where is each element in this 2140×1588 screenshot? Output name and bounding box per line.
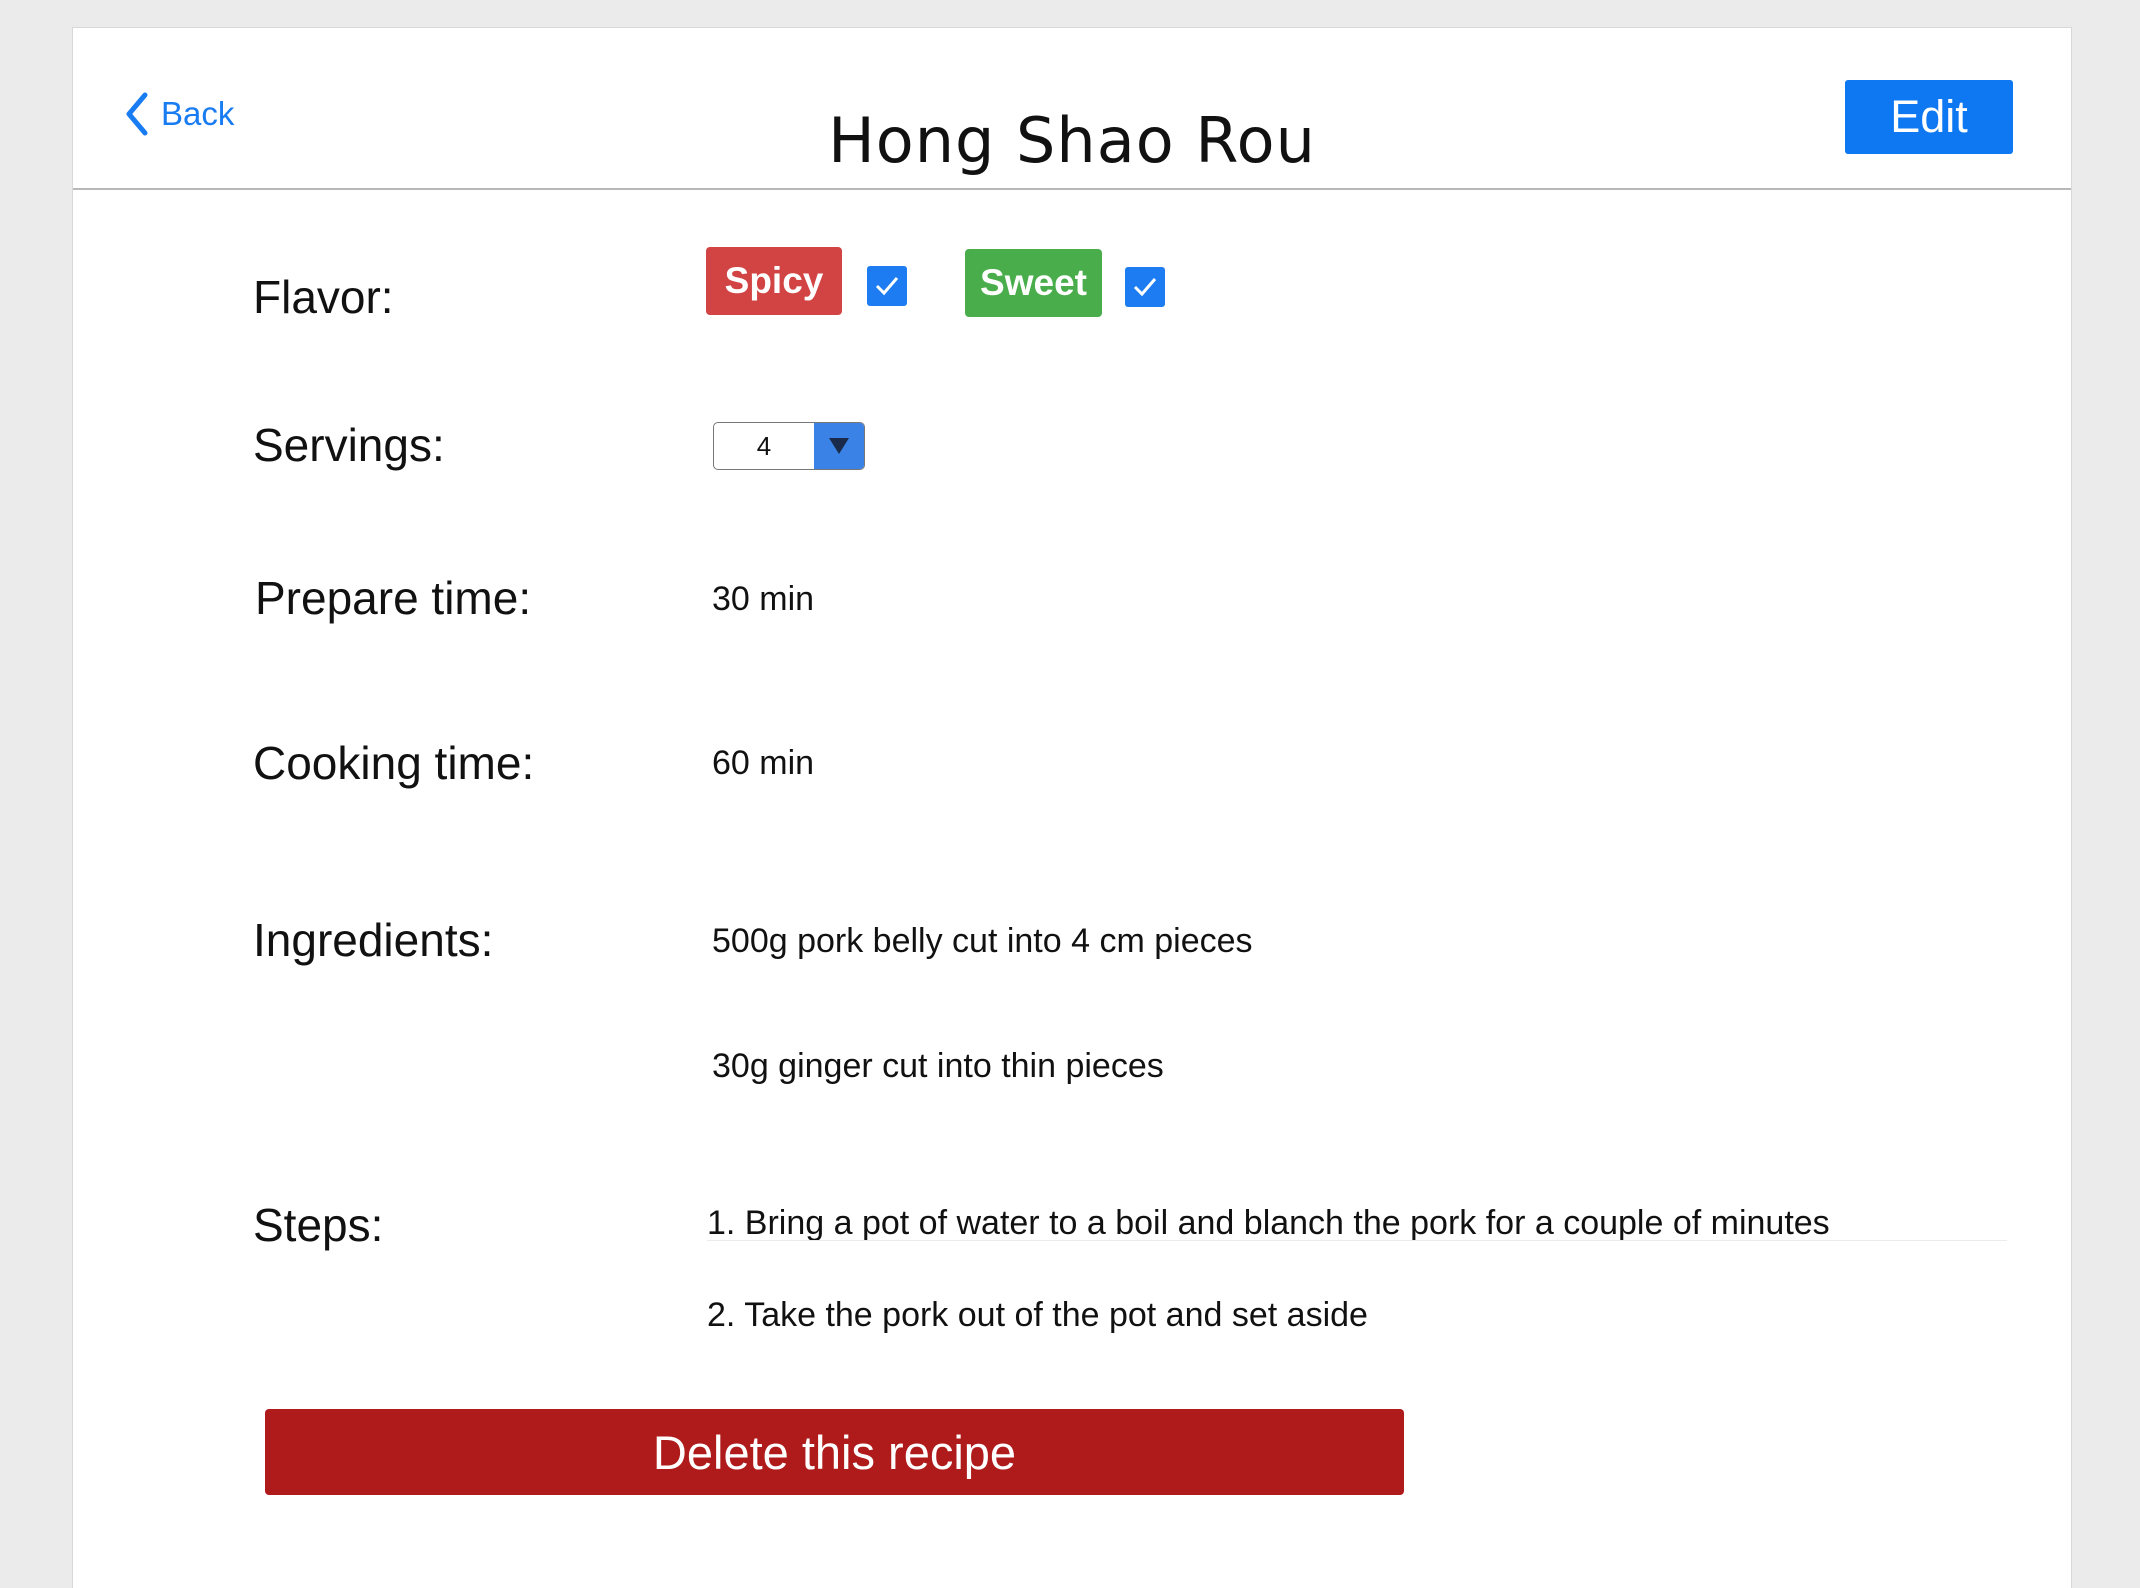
- recipe-card: Back Hong Shao Rou Edit Flavor: Spicy Sw…: [72, 27, 2072, 1588]
- header-bar: Back Hong Shao Rou Edit: [73, 28, 2071, 190]
- step-item: 2. Take the pork out of the pot and set …: [707, 1296, 1368, 1334]
- cooking-time-value: 60 min: [712, 744, 815, 782]
- spicy-tag[interactable]: Spicy: [706, 247, 842, 315]
- sweet-tag[interactable]: Sweet: [965, 249, 1102, 317]
- checkmark-icon: [875, 277, 899, 296]
- ingredient-item: 500g pork belly cut into 4 cm pieces: [712, 922, 1253, 960]
- ingredients-label: Ingredients:: [253, 914, 494, 966]
- cooking-time-label: Cooking time:: [253, 737, 535, 789]
- servings-select[interactable]: 4: [713, 422, 865, 470]
- ingredient-item: 30g ginger cut into thin pieces: [712, 1047, 1164, 1085]
- servings-label: Servings:: [253, 419, 445, 471]
- sweet-checkbox[interactable]: [1125, 267, 1165, 307]
- page-title-text: Hong Shao Rou: [828, 104, 1316, 177]
- edit-button[interactable]: Edit: [1845, 80, 2013, 154]
- step-divider: [707, 1240, 2007, 1241]
- triangle-down-icon: [829, 438, 849, 454]
- prepare-time-value: 30 min: [712, 580, 815, 618]
- prepare-time-label: Prepare time:: [255, 572, 532, 624]
- page-title: Hong Shao Rou: [73, 104, 2071, 178]
- spicy-checkbox[interactable]: [867, 266, 907, 306]
- steps-label: Steps:: [253, 1199, 384, 1251]
- delete-recipe-button[interactable]: Delete this recipe: [265, 1409, 1404, 1495]
- step-item: 1. Bring a pot of water to a boil and bl…: [707, 1204, 1830, 1242]
- servings-value: 4: [756, 431, 772, 461]
- dropdown-arrow: [814, 423, 864, 469]
- checkmark-icon: [1133, 278, 1157, 297]
- flavor-label: Flavor:: [253, 271, 394, 323]
